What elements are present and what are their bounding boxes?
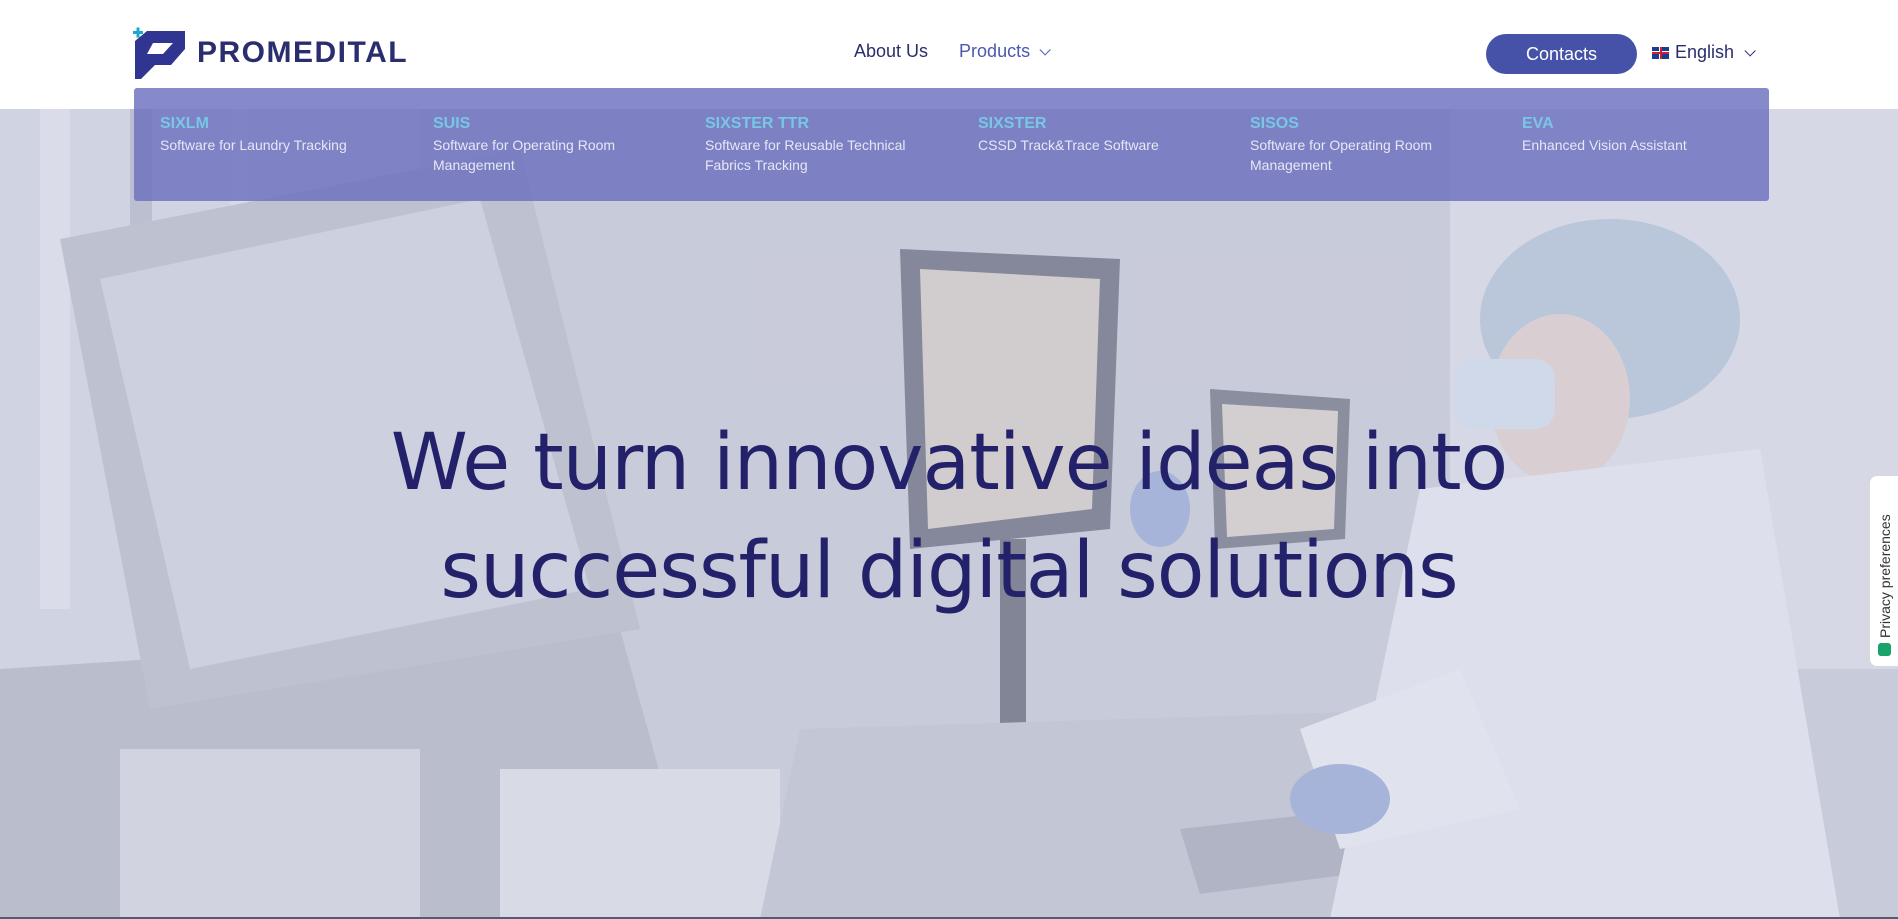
product-item-sisos[interactable]: SISOS Software for Operating Room Manage… bbox=[1250, 114, 1490, 175]
privacy-shield-icon bbox=[1878, 643, 1891, 656]
product-description: Software for Operating Room Management bbox=[433, 137, 616, 173]
hero-title-line-1: We turn innovative ideas into bbox=[390, 418, 1509, 508]
product-description: Software for Laundry Tracking bbox=[160, 137, 347, 153]
chevron-down-icon bbox=[1744, 44, 1756, 57]
chevron-down-icon bbox=[1039, 43, 1051, 56]
product-name: EVA bbox=[1522, 115, 1554, 132]
product-item-sixlm[interactable]: SIXLM Software for Laundry Tracking bbox=[160, 114, 400, 155]
nav-products[interactable]: Products bbox=[959, 41, 1051, 62]
product-item-suis[interactable]: SUIS Software for Operating Room Managem… bbox=[433, 114, 673, 175]
privacy-preferences-label: Privacy preferences bbox=[1877, 514, 1893, 638]
logo-mark-icon bbox=[133, 27, 185, 79]
promedital-logo[interactable]: PROMEDITAL bbox=[133, 27, 408, 79]
product-item-sixster-ttr[interactable]: SIXSTER TTR Software for Reusable Techni… bbox=[705, 114, 945, 175]
language-label: English bbox=[1675, 42, 1735, 62]
products-dropdown: SIXLM Software for Laundry Tracking SUIS… bbox=[134, 88, 1769, 201]
hero-section: We turn innovative ideas into successful… bbox=[0, 109, 1898, 919]
product-item-sixster[interactable]: SIXSTER CSSD Track&Trace Software bbox=[978, 114, 1218, 155]
product-name: SIXSTER bbox=[978, 115, 1047, 132]
product-name: SUIS bbox=[433, 115, 471, 132]
product-description: Software for Operating Room Management bbox=[1250, 137, 1433, 173]
product-description: Enhanced Vision Assistant bbox=[1522, 137, 1687, 153]
product-name: SIXSTER TTR bbox=[705, 115, 810, 132]
main-nav: About Us Products bbox=[854, 41, 1051, 62]
product-description: CSSD Track&Trace Software bbox=[978, 137, 1159, 153]
logo-wordmark: PROMEDITAL bbox=[197, 36, 409, 69]
contacts-button[interactable]: Contacts bbox=[1486, 34, 1637, 74]
language-selector[interactable]: English bbox=[1652, 42, 1756, 63]
privacy-preferences-tab[interactable]: Privacy preferences bbox=[1869, 475, 1898, 667]
hero-title: We turn innovative ideas into successful… bbox=[0, 409, 1898, 625]
product-description: Software for Reusable Technical Fabrics … bbox=[705, 137, 906, 173]
page: PROMEDITAL About Us Products Contacts En… bbox=[0, 0, 1898, 919]
product-name: SIXLM bbox=[160, 115, 209, 132]
nav-about-us[interactable]: About Us bbox=[854, 41, 928, 62]
product-item-eva[interactable]: EVA Enhanced Vision Assistant bbox=[1522, 114, 1762, 155]
product-name: SISOS bbox=[1250, 115, 1299, 132]
uk-flag-icon bbox=[1652, 46, 1669, 59]
nav-products-label: Products bbox=[959, 41, 1031, 61]
hero-title-line-2: successful digital solutions bbox=[440, 526, 1458, 616]
